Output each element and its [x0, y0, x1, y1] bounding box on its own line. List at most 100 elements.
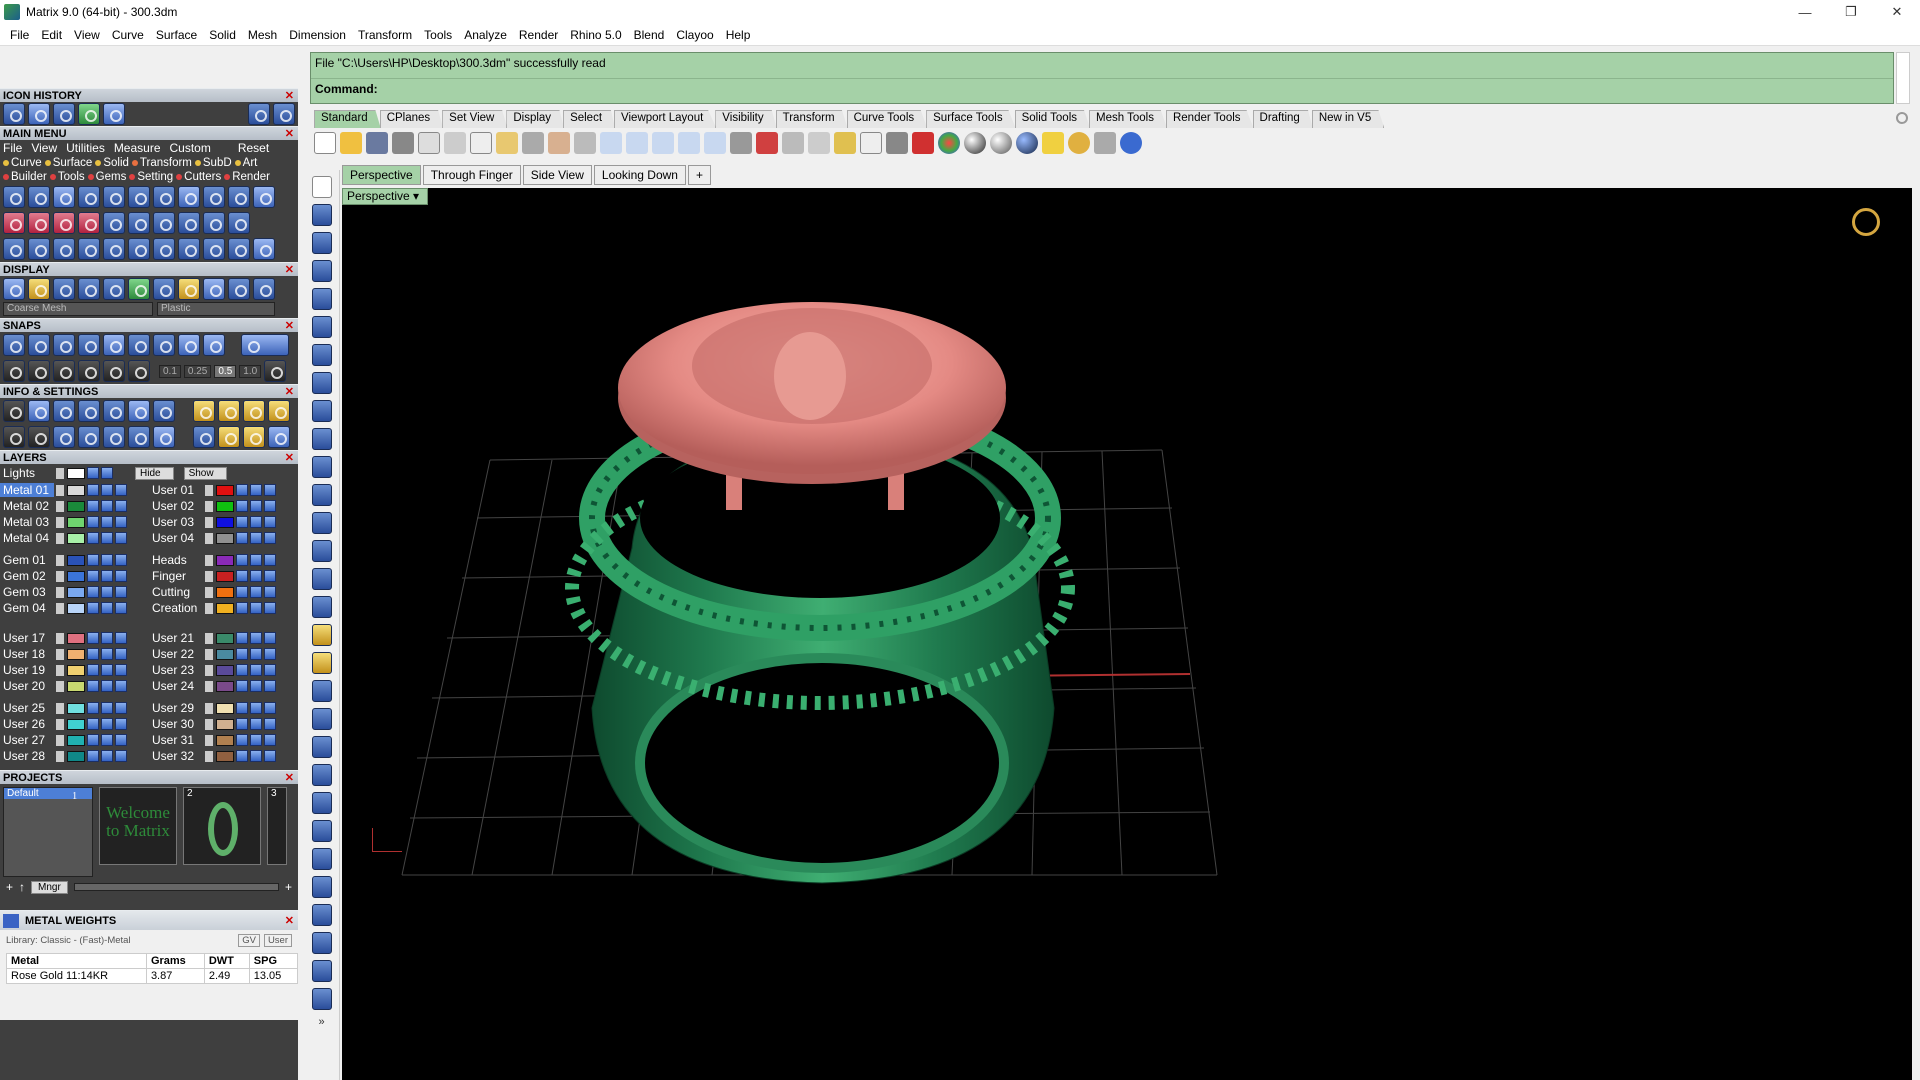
move-view-icon[interactable] — [574, 132, 596, 154]
layer-expand-icon[interactable] — [56, 680, 64, 692]
gear-icon[interactable] — [1896, 112, 1908, 124]
lock-icon[interactable] — [886, 132, 908, 154]
layer-row[interactable]: Metal 03 — [0, 514, 149, 530]
grid-icon[interactable] — [730, 132, 752, 154]
flow-icon[interactable] — [153, 238, 175, 260]
arch-icon[interactable] — [78, 212, 100, 234]
layer-lock-icon[interactable] — [87, 734, 99, 746]
zoom-icon[interactable] — [600, 132, 622, 154]
layer-row[interactable]: User 25 — [0, 700, 149, 716]
layer-lock-icon[interactable] — [236, 664, 248, 676]
layer-visible-icon[interactable] — [101, 664, 113, 676]
open-folder-icon[interactable] — [340, 132, 362, 154]
layer-lock-icon[interactable] — [87, 516, 99, 528]
end-snap-icon[interactable] — [3, 334, 25, 356]
project-thumbnail-2[interactable]: 2 — [183, 787, 261, 865]
layer-current-icon[interactable] — [264, 680, 276, 692]
layer-current-icon[interactable] — [264, 516, 276, 528]
layer-row[interactable]: Cutting — [149, 584, 298, 600]
layer-current-icon[interactable] — [115, 632, 127, 644]
tab-surface-tools[interactable]: Surface Tools — [926, 110, 1016, 128]
menu-tools[interactable]: Tools — [418, 28, 458, 42]
layer-current-icon[interactable] — [264, 602, 276, 614]
import-icon[interactable] — [418, 132, 440, 154]
point-snap-icon[interactable] — [53, 334, 75, 356]
layer-lock-icon[interactable] — [87, 750, 99, 762]
main-menu-custom[interactable]: Custom — [170, 141, 211, 155]
ring-tool-icon[interactable] — [53, 186, 75, 208]
layer-current-icon[interactable] — [115, 718, 127, 730]
layer-current-icon[interactable] — [115, 602, 127, 614]
project-thumbnail-1[interactable]: 1 Welcome to Matrix — [72, 787, 177, 865]
layer-lock-icon[interactable] — [87, 632, 99, 644]
layer-visible-icon[interactable] — [250, 602, 262, 614]
layer-expand-icon[interactable] — [56, 570, 64, 582]
layer-lock-icon[interactable] — [236, 750, 248, 762]
dimension-icon[interactable] — [311, 876, 332, 898]
close-icon[interactable]: ✕ — [285, 771, 298, 784]
material-select[interactable]: Plastic — [157, 302, 275, 316]
layer-row[interactable]: User 32 — [149, 748, 298, 764]
cluster-icon[interactable] — [153, 212, 175, 234]
layer-row[interactable]: Gem 04 — [0, 600, 149, 616]
layer-row[interactable]: User 18 — [0, 646, 149, 662]
menu-render[interactable]: Render — [513, 28, 564, 42]
layer-current-icon[interactable] — [115, 586, 127, 598]
main-menu-tools[interactable]: Tools — [49, 171, 85, 183]
snap-value-0-1[interactable]: 0.1 — [159, 364, 181, 378]
layer-visible-icon[interactable] — [101, 680, 113, 692]
zoom-info-icon[interactable] — [28, 400, 50, 422]
manager-button[interactable]: Mngr — [31, 880, 68, 894]
layer-color-swatch[interactable] — [216, 648, 234, 660]
tab-standard[interactable]: Standard — [314, 110, 381, 128]
layer-expand-icon[interactable] — [205, 570, 213, 582]
layer-color-swatch[interactable] — [67, 484, 85, 496]
move-icon[interactable] — [103, 238, 125, 260]
main-menu-file[interactable]: File — [3, 141, 22, 155]
layer-current-icon[interactable] — [115, 500, 127, 512]
layer-lock-icon[interactable] — [236, 570, 248, 582]
layer-expand-icon[interactable] — [205, 586, 213, 598]
layer-color-swatch[interactable] — [67, 632, 85, 644]
tab-set-view[interactable]: Set View — [442, 110, 508, 128]
mid-snap-icon[interactable] — [78, 334, 100, 356]
layer-lock-icon[interactable] — [236, 648, 248, 660]
user-toggle[interactable]: User — [263, 934, 292, 947]
layer-visible-icon[interactable] — [250, 554, 262, 566]
layer-color-swatch[interactable] — [216, 718, 234, 730]
layer-current-icon[interactable] — [264, 718, 276, 730]
layer-expand-icon[interactable] — [56, 516, 64, 528]
layer-current-icon[interactable] — [115, 680, 127, 692]
layer-color-swatch[interactable] — [216, 750, 234, 762]
array-icon[interactable] — [311, 904, 332, 926]
polyline-icon[interactable] — [311, 232, 332, 254]
layer-color-swatch[interactable] — [67, 750, 85, 762]
grid-icon[interactable] — [311, 988, 332, 1010]
copy-icon[interactable] — [470, 132, 492, 154]
layer-visible-icon[interactable] — [250, 570, 262, 582]
zoom-window-icon[interactable] — [626, 132, 648, 154]
add-line-icon[interactable] — [53, 212, 75, 234]
cube-icon[interactable] — [153, 400, 175, 422]
fillet-icon[interactable] — [311, 428, 332, 450]
main-menu-render[interactable]: Render — [224, 171, 270, 183]
layer-lock-icon[interactable] — [87, 500, 99, 512]
layer-row[interactable]: User 29 — [149, 700, 298, 716]
join-icon[interactable] — [228, 238, 250, 260]
channel-icon[interactable] — [128, 212, 150, 234]
history-tool-icon[interactable] — [28, 103, 50, 125]
layer-expand-icon[interactable] — [56, 750, 64, 762]
show-layers-button[interactable]: Show — [183, 466, 227, 480]
info-tool-icon[interactable] — [218, 426, 240, 448]
layer-visible-icon[interactable] — [250, 500, 262, 512]
layer-row[interactable]: Metal 04 — [0, 530, 149, 546]
filter-icon[interactable] — [1042, 132, 1064, 154]
restore-button[interactable]: ❐ — [1828, 0, 1874, 24]
close-icon[interactable]: ✕ — [285, 319, 298, 332]
join-icon[interactable] — [311, 708, 332, 730]
layer-current-icon[interactable] — [115, 570, 127, 582]
tan-snap-icon[interactable] — [178, 334, 200, 356]
flat-icon[interactable] — [128, 278, 150, 300]
loft-icon[interactable] — [311, 484, 332, 506]
layer-color-swatch[interactable] — [67, 680, 85, 692]
